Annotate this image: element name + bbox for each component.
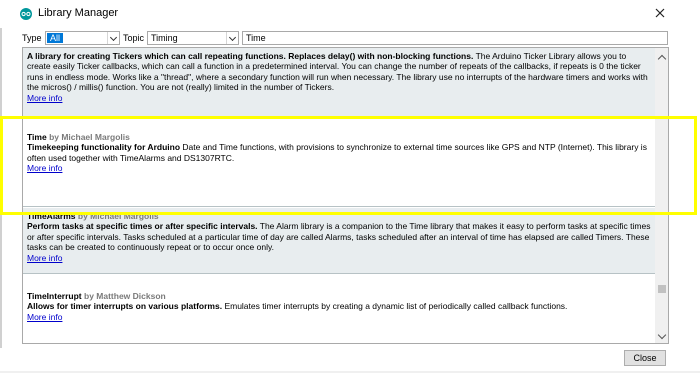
list-item[interactable]: TimeAlarms by Michael Margolis Perform t…	[23, 208, 655, 274]
chevron-down-icon	[226, 32, 238, 44]
list-item[interactable]: Time by Michael Margolis Timekeeping fun…	[23, 129, 655, 207]
arduino-icon	[20, 8, 32, 20]
chevron-up-icon[interactable]	[655, 50, 668, 64]
topic-select[interactable]: Timing	[147, 31, 239, 45]
more-info-link[interactable]: More info	[27, 312, 62, 322]
library-summary: A library for creating Tickers which can…	[27, 51, 474, 61]
scrollbar-thumb[interactable]	[658, 285, 666, 293]
chevron-down-icon[interactable]	[655, 329, 668, 343]
library-list[interactable]: A library for creating Tickers which can…	[22, 47, 669, 344]
library-name: Time	[27, 132, 47, 142]
more-info-link[interactable]: More info	[27, 93, 62, 103]
window-edge	[0, 28, 2, 348]
library-name: TimeAlarms	[27, 211, 76, 221]
window-title: Library Manager	[38, 7, 119, 19]
library-author: by Matthew Dickson	[84, 291, 166, 301]
topic-select-value: Timing	[151, 33, 178, 43]
close-icon[interactable]	[653, 6, 667, 20]
search-input[interactable]	[242, 31, 668, 45]
library-summary: Timekeeping functionality for Arduino	[27, 142, 181, 153]
filter-bar: Type All Topic Timing	[0, 30, 700, 46]
library-summary: Allows for timer interrupts on various p…	[27, 301, 223, 312]
library-description: Emulates timer interrupts by creating a …	[224, 301, 568, 312]
close-button[interactable]: Close	[624, 350, 666, 366]
library-name: TimeInterrupt	[27, 291, 82, 301]
library-summary: Perform tasks at specific times or after…	[27, 221, 258, 232]
title-bar: Library Manager	[0, 0, 700, 28]
type-select[interactable]: All	[45, 31, 120, 45]
topic-label: Topic	[123, 33, 145, 43]
list-item[interactable]: TimeInterrupt by Matthew Dickson Allows …	[23, 288, 655, 343]
chevron-down-icon	[107, 32, 119, 44]
more-info-link[interactable]: More info	[27, 253, 62, 263]
library-author: by Michael Margolis	[49, 132, 130, 142]
type-select-value: All	[47, 33, 64, 43]
vertical-scrollbar[interactable]	[655, 48, 668, 343]
more-info-link[interactable]: More info	[27, 163, 62, 173]
library-author: by Michael Margolis	[77, 211, 159, 221]
type-label: Type	[22, 33, 42, 43]
list-item[interactable]: A library for creating Tickers which can…	[23, 48, 655, 118]
